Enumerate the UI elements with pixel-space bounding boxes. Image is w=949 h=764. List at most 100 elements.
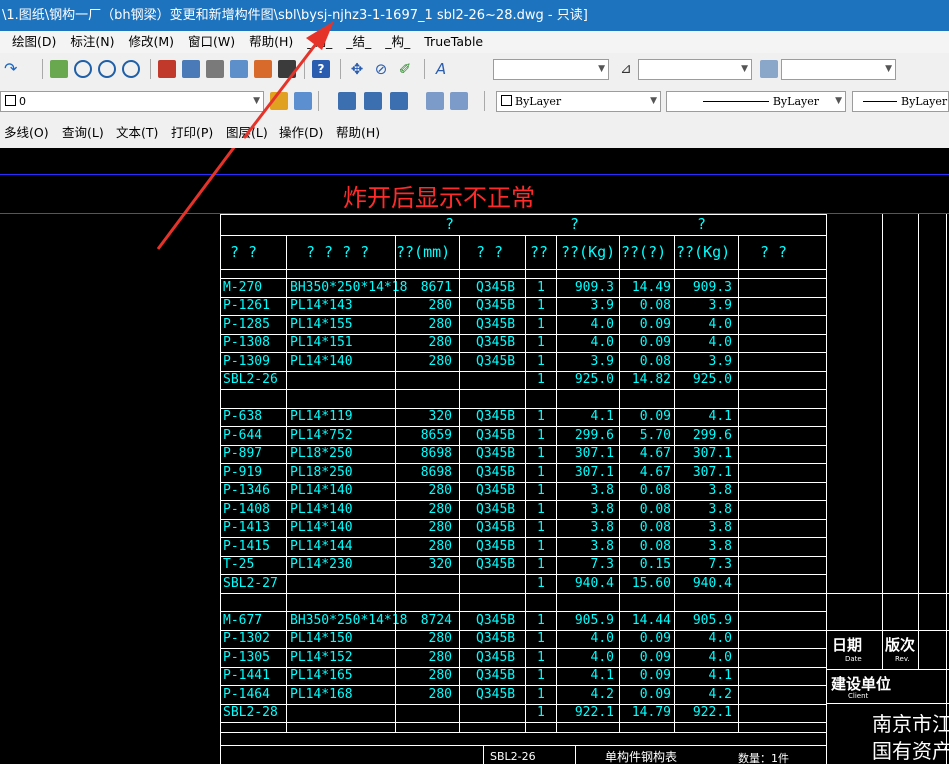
help-icon[interactable]: ? xyxy=(312,60,330,78)
table-cell: 4.2 xyxy=(708,687,732,702)
table-grid-line xyxy=(826,630,949,631)
drawing-canvas[interactable]: 炸开后显示不正常 ??? ? ? ? ? ? ? ??(mm) ? ??? ??(Kg)?… xyxy=(0,148,949,764)
table-cell: BH350*250*14*18 xyxy=(290,280,408,295)
layer-dropdown[interactable]: 0 ▼ xyxy=(0,91,264,112)
table-cell: 1 xyxy=(537,539,545,554)
menu-draw[interactable]: 绘图(D) xyxy=(0,31,61,53)
table-cell: Q345B xyxy=(476,446,516,461)
subtotal-cell: 925.0 xyxy=(692,372,732,387)
menu-layer[interactable]: 图层(L) xyxy=(226,118,268,148)
menu-print[interactable]: 打印(P) xyxy=(171,118,213,148)
title-block-client-en: Client xyxy=(848,692,869,700)
table-cell: 905.9 xyxy=(574,613,614,628)
layer-merge-icon[interactable] xyxy=(450,92,468,110)
table-cell: Q345B xyxy=(476,483,516,498)
lineweight-dropdown[interactable]: ByLayer xyxy=(852,91,949,112)
menu-steel[interactable]: _钢_ xyxy=(302,31,337,53)
make-layer-current-icon[interactable] xyxy=(270,92,288,110)
table-cell: 280 xyxy=(428,502,452,517)
zoom-previous-icon[interactable] xyxy=(122,60,140,78)
table-cell: 8698 xyxy=(420,465,452,480)
table-style-icon[interactable] xyxy=(760,60,778,78)
table-cell: PL14*230 xyxy=(290,557,353,572)
menu-help[interactable]: 帮助(H) xyxy=(244,31,298,53)
table-cell: Q345B xyxy=(476,354,516,369)
layer-walk-icon[interactable] xyxy=(390,92,408,110)
table-grid-line xyxy=(220,611,826,612)
color-dropdown[interactable]: ByLayer ▼ xyxy=(496,91,661,112)
table-cell: 0.09 xyxy=(639,631,671,646)
menu-modify[interactable]: 修改(M) xyxy=(123,31,179,53)
title-block-rev: 版次 xyxy=(885,636,916,654)
table-cell: 307.1 xyxy=(574,446,614,461)
table-cell: 3.8 xyxy=(708,483,732,498)
table-cell: 1 xyxy=(537,465,545,480)
table-cell: P-1464 xyxy=(223,687,270,702)
tool-palette-icon[interactable] xyxy=(206,60,224,78)
table-cell: 3.8 xyxy=(590,539,614,554)
table-cell: PL14*151 xyxy=(290,335,353,350)
table-grid-line xyxy=(882,214,883,669)
subtotal-cell: 925.0 xyxy=(574,372,614,387)
menu-structure[interactable]: _结_ xyxy=(341,31,376,53)
table-cell: 1 xyxy=(537,557,545,572)
properties-icon[interactable] xyxy=(158,60,176,78)
subtotal-cell: 922.1 xyxy=(692,705,732,720)
table-grid-line xyxy=(220,352,826,353)
table-grid-line xyxy=(220,745,826,746)
table-style-dropdown[interactable]: ▼ xyxy=(781,59,896,80)
menu-operation[interactable]: 操作(D) xyxy=(279,118,323,148)
zoom-window-icon[interactable] xyxy=(98,60,116,78)
redo-icon[interactable]: ↷ xyxy=(4,60,22,78)
zoom-realtime-icon[interactable] xyxy=(74,60,92,78)
footer-code: SBL2-26 xyxy=(490,750,536,763)
orbit-icon[interactable]: ⊘ xyxy=(372,60,390,78)
calculator-icon[interactable] xyxy=(278,60,296,78)
layer-match-icon[interactable] xyxy=(426,92,444,110)
table-cell: P-1413 xyxy=(223,520,270,535)
sheet-set-icon[interactable] xyxy=(230,60,248,78)
table-cell: 1 xyxy=(537,428,545,443)
red-arrow-annotation xyxy=(156,148,236,250)
layer-state-icon[interactable] xyxy=(338,92,356,110)
table-cell: 1 xyxy=(537,298,545,313)
pan-icon[interactable]: ✥ xyxy=(348,60,366,78)
table-cell: 3.9 xyxy=(590,354,614,369)
table-cell: 280 xyxy=(428,668,452,683)
markup-icon[interactable] xyxy=(254,60,272,78)
layer-previous-icon[interactable] xyxy=(294,92,312,110)
menu-query[interactable]: 查询(L) xyxy=(62,118,104,148)
table-grid-line xyxy=(220,463,826,464)
text-style-icon[interactable]: A xyxy=(432,60,450,78)
table-cell: PL18*250 xyxy=(290,446,353,461)
linetype-dropdown[interactable]: ByLayer ▼ xyxy=(666,91,846,112)
menu-truetable[interactable]: TrueTable xyxy=(419,31,488,53)
table-cell: 1 xyxy=(537,520,545,535)
menu-member[interactable]: _构_ xyxy=(380,31,415,53)
table-grid-line xyxy=(946,214,947,764)
subtotal-cell: 14.82 xyxy=(631,372,671,387)
standard-toolbar: ↷ ? ✥ ⊘ ✐ A ▼ ⊿ ▼ ▼ xyxy=(0,53,949,86)
design-center-icon[interactable] xyxy=(182,60,200,78)
menu-multiline[interactable]: 多线(O) xyxy=(4,118,49,148)
table-cell: 4.67 xyxy=(639,446,671,461)
menu-help-2[interactable]: 帮助(H) xyxy=(336,118,380,148)
table-grid-line xyxy=(918,214,919,669)
render-icon[interactable]: ✐ xyxy=(396,60,414,78)
table-cell: 0.08 xyxy=(639,354,671,369)
table-cell: 909.3 xyxy=(574,280,614,295)
menu-dimension[interactable]: 标注(N) xyxy=(65,31,119,53)
text-style-dropdown[interactable]: ▼ xyxy=(493,59,609,80)
dim-style-dropdown[interactable]: ▼ xyxy=(638,59,752,80)
table-cell: 320 xyxy=(428,557,452,572)
dim-style-icon[interactable]: ⊿ xyxy=(617,60,635,78)
table-cell: PL18*250 xyxy=(290,465,353,480)
menu-text[interactable]: 文本(T) xyxy=(116,118,158,148)
table-cell: 280 xyxy=(428,298,452,313)
layer-isolate-icon[interactable] xyxy=(364,92,382,110)
match-properties-icon[interactable] xyxy=(50,60,68,78)
table-grid-line xyxy=(483,745,484,764)
table-cell: 4.1 xyxy=(708,409,732,424)
table-grid-line xyxy=(220,574,826,575)
menu-window[interactable]: 窗口(W) xyxy=(183,31,240,53)
